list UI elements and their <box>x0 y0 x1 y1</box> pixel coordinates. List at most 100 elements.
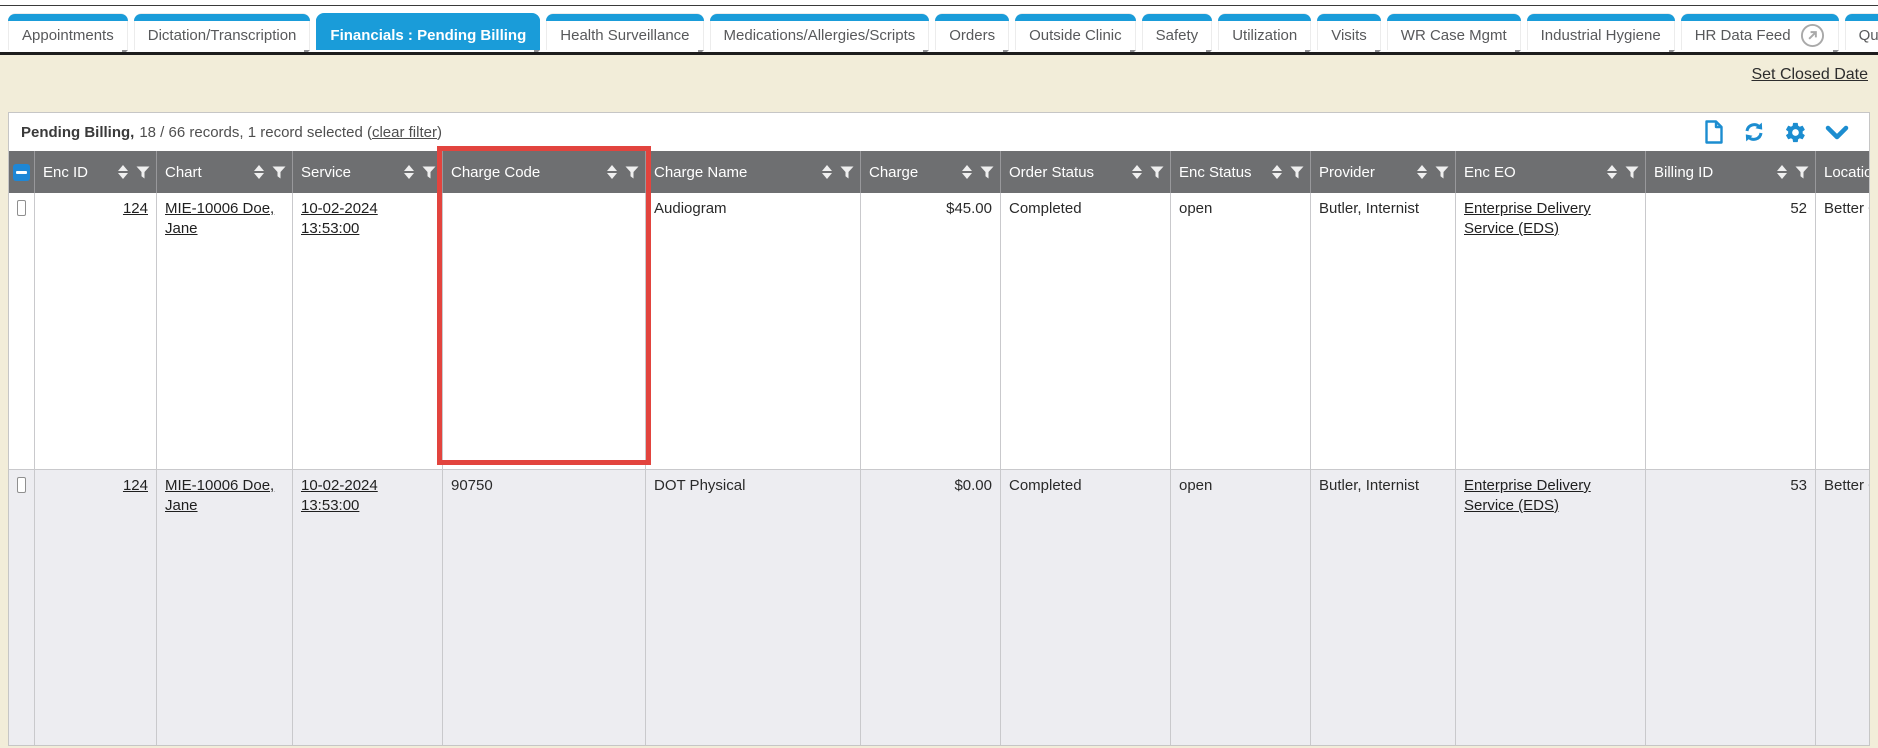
collapse-button[interactable] <box>1825 125 1849 140</box>
table-row: 124 MIE-10006 Doe, Jane 10-02-2024 13:53:0… <box>9 193 1870 469</box>
cell-select <box>9 470 35 746</box>
set-closed-date-link[interactable]: Set Closed Date <box>1751 66 1868 84</box>
clear-filter-link[interactable]: clear filter <box>372 124 437 141</box>
tab-label: Safety <box>1156 27 1199 44</box>
tab-industrial-hygiene[interactable]: Industrial Hygiene <box>1527 13 1675 50</box>
sort-icon[interactable] <box>1132 165 1142 179</box>
tab-label: Visits <box>1331 27 1367 44</box>
tab-dictation-transcription[interactable]: Dictation/Transcription <box>134 13 311 50</box>
tab-utilization[interactable]: Utilization <box>1218 13 1311 50</box>
service-link[interactable]: 10-02-2024 13:53:00 <box>301 200 378 237</box>
service-link[interactable]: 10-02-2024 13:53:00 <box>301 477 378 514</box>
sort-icon[interactable] <box>1417 165 1427 179</box>
chart-link[interactable]: MIE-10006 Doe, Jane <box>165 477 274 514</box>
tab-wr-case-mgmt[interactable]: WR Case Mgmt <box>1387 13 1521 50</box>
cell-charge_code <box>443 193 646 469</box>
column-label: Enc EO <box>1464 164 1607 181</box>
tab-hr-data-feed[interactable]: HR Data Feed <box>1681 13 1839 50</box>
enc_id-link[interactable]: 124 <box>123 477 148 494</box>
sort-icon[interactable] <box>1607 165 1617 179</box>
column-header-service[interactable]: Service <box>293 151 443 193</box>
sort-icon[interactable] <box>607 165 617 179</box>
tab-label: Utilization <box>1232 27 1297 44</box>
cell-enc_id: 124 <box>35 193 157 469</box>
filter-icon[interactable] <box>840 166 854 179</box>
tab-quality-of-care[interactable]: Quality of Care <box>1845 13 1878 50</box>
column-header-enc_status[interactable]: Enc Status <box>1171 151 1311 193</box>
new-document-button[interactable] <box>1704 120 1724 144</box>
filter-icon[interactable] <box>1290 166 1304 179</box>
column-header-charge_name[interactable]: Charge Name <box>646 151 861 193</box>
enc_id-link[interactable]: 124 <box>123 200 148 217</box>
cell-charge_code: 90750 <box>443 470 646 746</box>
tab-label: Quality of Care <box>1859 27 1878 44</box>
row-checkbox[interactable] <box>17 477 26 493</box>
column-label: Location <box>1824 164 1870 181</box>
table-body: 124 MIE-10006 Doe, Jane 10-02-2024 13:53:0… <box>9 193 1870 746</box>
column-header-select[interactable] <box>9 151 35 193</box>
column-header-billing_id[interactable]: Billing ID <box>1646 151 1816 193</box>
tab-medications-allergies-scripts[interactable]: Medications/Allergies/Scripts <box>710 13 930 50</box>
enc_eo-link[interactable]: Enterprise Delivery Service (EDS) <box>1464 200 1591 237</box>
settings-button[interactable] <box>1784 121 1807 144</box>
column-label: Chart <box>165 164 254 181</box>
sort-icon[interactable] <box>118 165 128 179</box>
tab-appointments[interactable]: Appointments <box>8 13 128 50</box>
records-summary-text: 18 / 66 records, 1 record selected ( <box>139 124 372 141</box>
tab-orders[interactable]: Orders <box>935 13 1009 50</box>
column-header-charge[interactable]: Charge <box>861 151 1001 193</box>
cell-enc_eo: Enterprise Delivery Service (EDS) <box>1456 470 1646 746</box>
tab-outside-clinic[interactable]: Outside Clinic <box>1015 13 1136 50</box>
filter-icon[interactable] <box>625 166 639 179</box>
new-document-icon <box>1704 120 1724 144</box>
column-header-location[interactable]: Location <box>1816 151 1870 193</box>
column-header-enc_eo[interactable]: Enc EO <box>1456 151 1646 193</box>
tab-label: Medications/Allergies/Scripts <box>724 27 916 44</box>
tab-visits[interactable]: Visits <box>1317 13 1381 50</box>
sort-icon[interactable] <box>1272 165 1282 179</box>
sort-icon[interactable] <box>254 165 264 179</box>
column-header-chart[interactable]: Chart <box>157 151 293 193</box>
filter-icon[interactable] <box>980 166 994 179</box>
panel-title: Pending Billing, <box>21 124 134 141</box>
row-checkbox[interactable] <box>17 200 26 216</box>
cell-enc_status: open <box>1171 470 1311 746</box>
filter-icon[interactable] <box>272 166 286 179</box>
cell-select <box>9 193 35 469</box>
sort-icon[interactable] <box>822 165 832 179</box>
cell-billing_id: 52 <box>1646 193 1816 469</box>
tab-financials-pending-billing[interactable]: Financials : Pending Billing <box>316 13 540 50</box>
sort-icon[interactable] <box>404 165 414 179</box>
tab-safety[interactable]: Safety <box>1142 13 1213 50</box>
column-label: Provider <box>1319 164 1417 181</box>
cell-chart: MIE-10006 Doe, Jane <box>157 470 293 746</box>
filter-icon[interactable] <box>1625 166 1639 179</box>
column-header-provider[interactable]: Provider <box>1311 151 1456 193</box>
column-header-enc_id[interactable]: Enc ID <box>35 151 157 193</box>
column-header-charge_code[interactable]: Charge Code <box>443 151 646 193</box>
external-link-circle-icon[interactable] <box>1800 23 1825 48</box>
chart-link[interactable]: MIE-10006 Doe, Jane <box>165 200 274 237</box>
column-header-order_status[interactable]: Order Status <box>1001 151 1171 193</box>
cell-charge: $45.00 <box>861 193 1001 469</box>
cell-service: 10-02-2024 13:53:00 <box>293 193 443 469</box>
tab-label: Health Surveillance <box>560 27 689 44</box>
top-border-line <box>0 5 1878 6</box>
column-label: Service <box>301 164 404 181</box>
sort-icon[interactable] <box>962 165 972 179</box>
filter-icon[interactable] <box>1435 166 1449 179</box>
filter-icon[interactable] <box>1795 166 1809 179</box>
tab-label: Outside Clinic <box>1029 27 1122 44</box>
select-all-checkbox[interactable] <box>13 164 30 181</box>
enc_eo-link[interactable]: Enterprise Delivery Service (EDS) <box>1464 477 1591 514</box>
tab-health-surveillance[interactable]: Health Surveillance <box>546 13 703 50</box>
table-header-row: Enc ID Chart Service Charge CodeCharge Name… <box>9 151 1870 193</box>
refresh-button[interactable] <box>1742 120 1766 144</box>
filter-icon[interactable] <box>422 166 436 179</box>
sort-icon[interactable] <box>1777 165 1787 179</box>
tab-label: Financials : Pending Billing <box>330 27 526 44</box>
column-label: Order Status <box>1009 164 1132 181</box>
filter-icon[interactable] <box>1150 166 1164 179</box>
filter-icon[interactable] <box>136 166 150 179</box>
cell-order_status: Completed <box>1001 193 1171 469</box>
